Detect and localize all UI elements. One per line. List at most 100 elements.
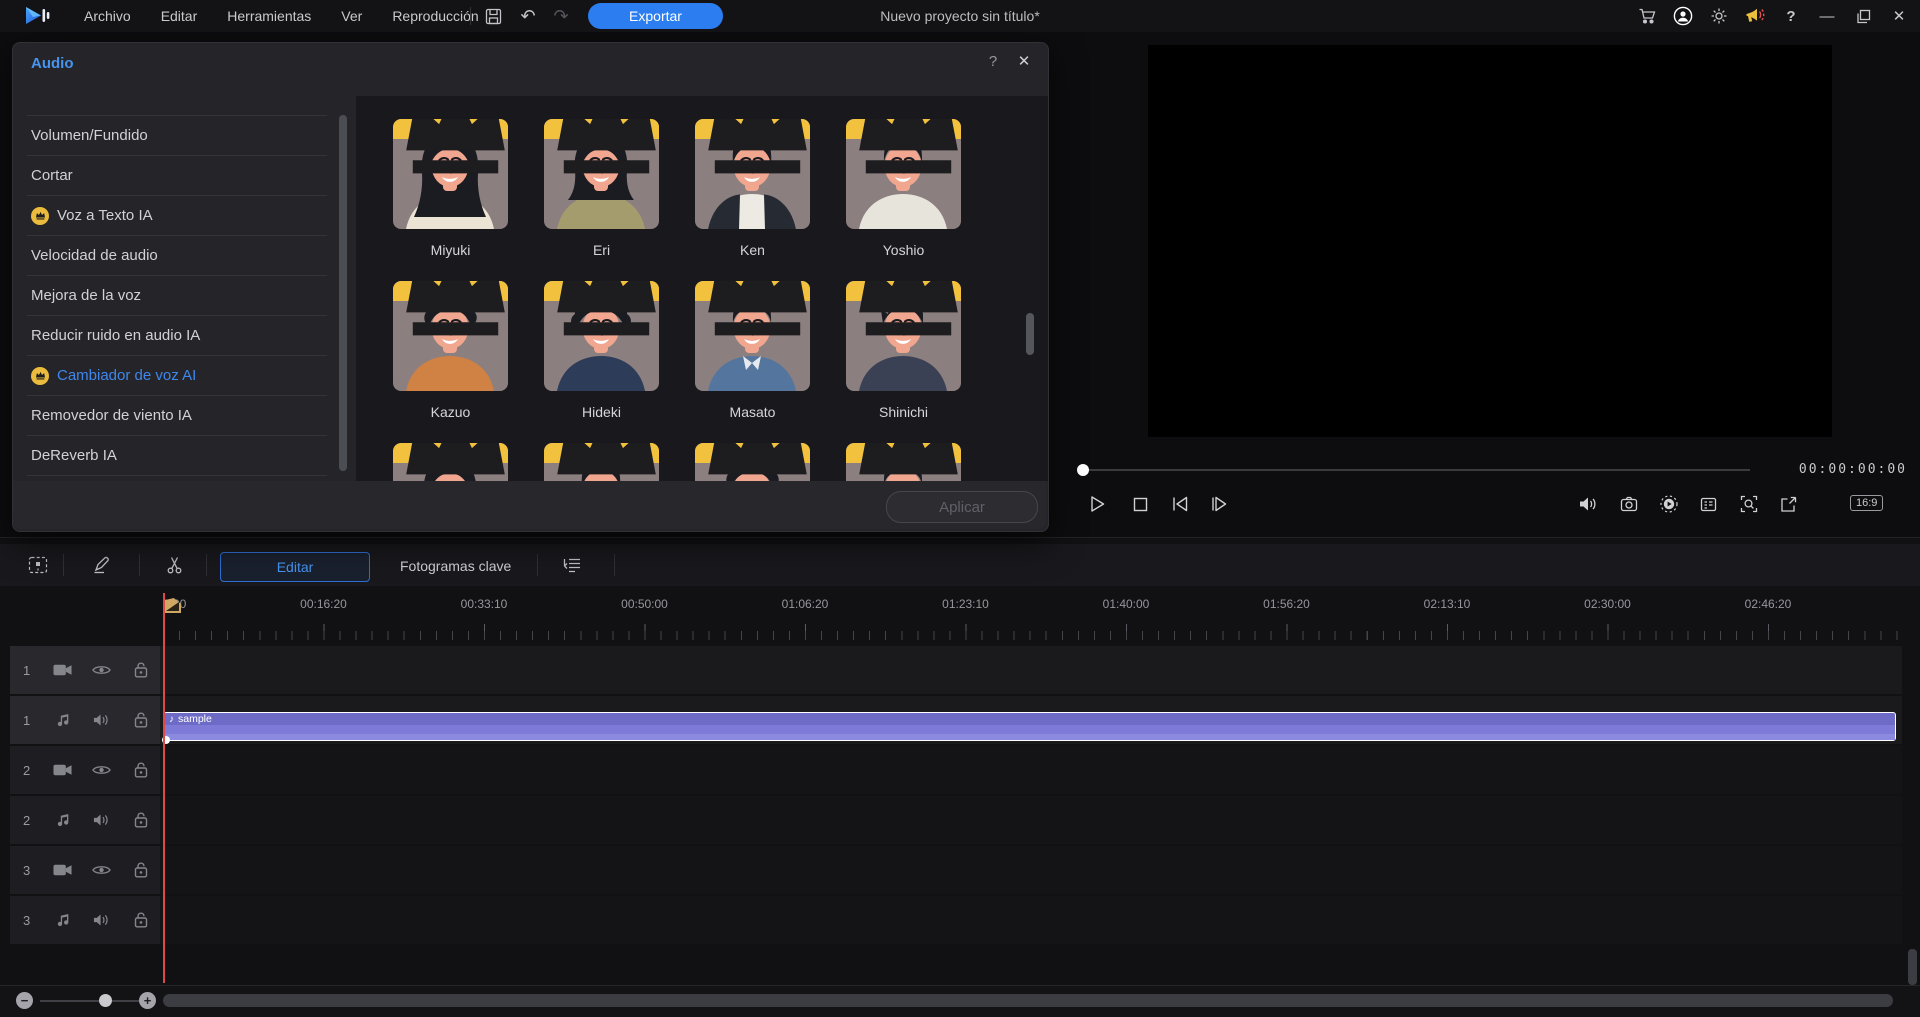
previous-frame-button[interactable] <box>1168 492 1192 516</box>
zoom-in-button[interactable]: + <box>139 992 156 1009</box>
playhead[interactable] <box>163 593 165 983</box>
track-lane-video-1[interactable] <box>160 646 1902 694</box>
volume-icon[interactable] <box>1576 492 1600 516</box>
track-lane-audio-2[interactable] <box>160 796 1902 844</box>
seek-handle[interactable] <box>1077 464 1089 476</box>
apply-button[interactable]: Aplicar <box>886 491 1038 523</box>
mute-toggle-icon[interactable] <box>82 713 121 727</box>
seek-bar[interactable] <box>1085 469 1750 471</box>
voice-card[interactable]: Try <box>846 281 961 391</box>
lock-track-icon[interactable] <box>121 662 160 678</box>
sidebar-item[interactable]: Mejora de la voz <box>27 275 327 315</box>
voice-card[interactable]: Try <box>695 281 810 391</box>
snapshot-camera-icon[interactable] <box>1617 492 1641 516</box>
split-scissors-icon[interactable] <box>162 553 186 577</box>
voice-card[interactable]: Try <box>393 119 508 229</box>
voice-card[interactable]: Try <box>544 281 659 391</box>
marker-pen-icon[interactable] <box>90 553 114 577</box>
voice-card[interactable]: Try <box>695 119 810 229</box>
voice-card[interactable]: Try <box>544 119 659 229</box>
visibility-toggle-icon[interactable] <box>82 864 121 876</box>
timeline-zoom-slider[interactable] <box>40 1000 140 1002</box>
visibility-toggle-icon[interactable] <box>82 664 121 676</box>
lock-track-icon[interactable] <box>121 812 160 828</box>
preview-zoom-icon[interactable] <box>1737 492 1761 516</box>
close-window-icon[interactable]: ✕ <box>1888 5 1910 27</box>
tab-keyframes[interactable]: Fotogramas clave <box>400 552 511 580</box>
try-badge: Try <box>695 119 810 139</box>
lock-track-icon[interactable] <box>121 862 160 878</box>
audio-track-icon[interactable] <box>43 912 82 928</box>
audio-track-icon[interactable] <box>43 812 82 828</box>
redo-icon[interactable]: ↷ <box>551 6 571 26</box>
play-button[interactable] <box>1085 492 1109 516</box>
sidebar-item[interactable]: Volumen/Fundido <box>27 115 327 155</box>
voice-card[interactable]: Try <box>846 443 961 481</box>
audio-track-icon[interactable] <box>43 712 82 728</box>
marker-list-icon[interactable] <box>1696 492 1720 516</box>
voice-card[interactable]: Try <box>695 443 810 481</box>
minimize-icon[interactable]: — <box>1816 5 1838 27</box>
track-lane-video-2[interactable] <box>160 746 1902 794</box>
audio-clip[interactable]: ♪ sample <box>163 712 1896 741</box>
voice-card[interactable]: Try <box>393 281 508 391</box>
mute-toggle-icon[interactable] <box>82 813 121 827</box>
stop-button[interactable] <box>1128 492 1152 516</box>
voice-card[interactable]: Try <box>393 443 508 481</box>
sidebar-item[interactable]: DeReverb IA <box>27 435 327 475</box>
video-track-icon[interactable] <box>43 663 82 677</box>
sidebar-item[interactable]: Reducir ruido en audio IA <box>27 315 327 355</box>
lock-track-icon[interactable] <box>121 912 160 928</box>
sidebar-item[interactable]: Velocidad de audio <box>27 235 327 275</box>
track-lane-audio-3[interactable] <box>160 896 1902 944</box>
adjustment-list-icon[interactable] <box>560 553 584 577</box>
menu-item-reproduccin[interactable]: Reproducción <box>392 8 478 24</box>
voice-card[interactable]: Try <box>544 443 659 481</box>
timeline-vertical-scrollbar[interactable] <box>1908 949 1917 985</box>
next-frame-button[interactable] <box>1207 492 1231 516</box>
tab-edit[interactable]: Editar <box>220 552 370 582</box>
menu-item-editar[interactable]: Editar <box>161 8 198 24</box>
sidebar-item[interactable]: Cambiador de voz AI <box>27 355 327 395</box>
visibility-toggle-icon[interactable] <box>82 764 121 776</box>
timeline-zoom-handle[interactable] <box>99 994 112 1007</box>
account-icon[interactable] <box>1672 5 1694 27</box>
menu-item-archivo[interactable]: Archivo <box>84 8 131 24</box>
panel-help-icon[interactable]: ? <box>983 53 1003 73</box>
zoom-out-button[interactable]: − <box>16 992 33 1009</box>
fullscreen-icon[interactable] <box>1776 492 1800 516</box>
menu-item-ver[interactable]: Ver <box>341 8 362 24</box>
voice-cell: Try <box>393 443 508 481</box>
mute-toggle-icon[interactable] <box>82 913 121 927</box>
sidebar-item[interactable]: Voz a Texto IA <box>27 195 327 235</box>
export-button[interactable]: Exportar <box>588 3 723 29</box>
sidebar-item[interactable]: Removedor de viento IA <box>27 395 327 435</box>
audio-panel: Audio ? ✕ Volumen/FundidoCortarVoz a Tex… <box>12 42 1049 532</box>
voice-card[interactable]: Try <box>846 119 961 229</box>
video-preview[interactable] <box>1148 45 1832 437</box>
video-track-icon[interactable] <box>43 863 82 877</box>
cart-icon[interactable] <box>1636 5 1658 27</box>
menu-item-herramientas[interactable]: Herramientas <box>227 8 311 24</box>
restore-window-icon[interactable] <box>1852 5 1874 27</box>
lock-track-icon[interactable] <box>121 712 160 728</box>
help-icon[interactable]: ? <box>1780 5 1802 27</box>
aspect-ratio-badge[interactable]: 16:9 <box>1850 495 1883 511</box>
undo-icon[interactable]: ↶ <box>518 6 538 26</box>
voice-name: Miyuki <box>393 242 508 260</box>
timeline-horizontal-scrollbar[interactable] <box>163 994 1893 1007</box>
select-tool-icon[interactable] <box>26 553 50 577</box>
sidebar-scrollbar[interactable] <box>339 115 347 471</box>
render-preview-icon[interactable] <box>1657 492 1681 516</box>
lock-track-icon[interactable] <box>121 762 160 778</box>
video-track-icon[interactable] <box>43 763 82 777</box>
voice-grid-scrollbar[interactable] <box>1026 313 1034 355</box>
sidebar-item[interactable]: Cortar <box>27 155 327 195</box>
try-badge: Try <box>544 119 659 139</box>
settings-gear-icon[interactable] <box>1708 5 1730 27</box>
promotion-megaphone-icon[interactable] <box>1744 5 1766 27</box>
panel-close-icon[interactable]: ✕ <box>1013 52 1035 74</box>
app-logo-icon[interactable] <box>24 5 51 31</box>
save-icon[interactable] <box>483 6 503 26</box>
track-lane-video-3[interactable] <box>160 846 1902 894</box>
